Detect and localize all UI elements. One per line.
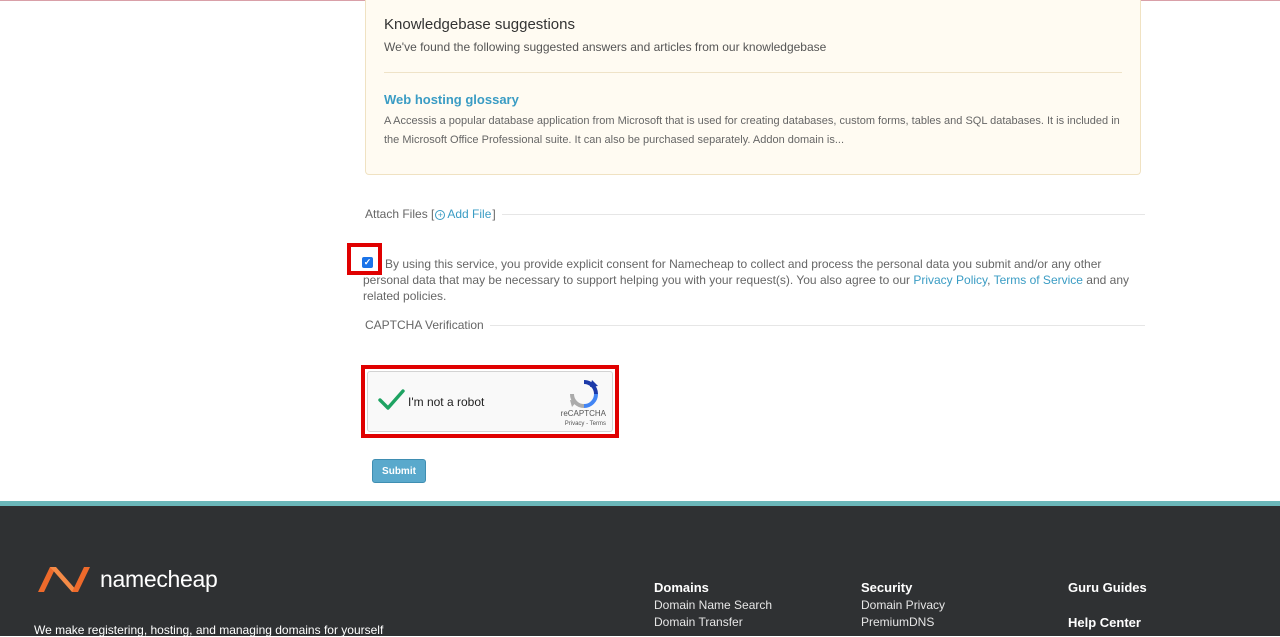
footer-tagline: We make registering, hosting, and managi… <box>34 623 384 637</box>
namecheap-wordmark: namecheap <box>100 565 218 592</box>
footer-heading-security: Security <box>861 580 913 595</box>
submit-button[interactable]: Submit <box>372 459 426 483</box>
captcha-heading: CAPTCHA Verification <box>365 318 484 332</box>
footer-column-domains: Domains Domain Name Search Domain Transf… <box>654 580 772 631</box>
captcha-divider <box>489 324 1145 326</box>
footer-column-help: Help Center <box>1068 615 1141 632</box>
attach-files-row: Attach Files [ + Add File ] <box>365 206 1145 222</box>
footer-link-domain-transfer[interactable]: Domain Transfer <box>654 614 772 631</box>
privacy-policy-link[interactable]: Privacy Policy <box>913 273 987 287</box>
attach-divider <box>501 213 1145 215</box>
namecheap-mark-icon <box>38 567 90 592</box>
recaptcha-label: I'm not a robot <box>408 395 485 409</box>
recaptcha-brand: reCAPTCHA <box>560 409 606 418</box>
recaptcha-terms-link[interactable]: Privacy - Terms <box>565 421 606 427</box>
knowledgebase-panel: Knowledgebase suggestions We've found th… <box>365 0 1141 175</box>
footer-link-guru-guides[interactable]: Guru Guides <box>1068 580 1147 595</box>
footer-link-domain-privacy[interactable]: Domain Privacy <box>861 597 945 614</box>
footer-column-guides: Guru Guides <box>1068 580 1147 597</box>
recaptcha-widget: I'm not a robot reCAPTCHA Privacy - Term… <box>367 371 613 432</box>
captcha-heading-row: CAPTCHA Verification <box>365 317 1145 333</box>
terms-of-service-link[interactable]: Terms of Service <box>994 273 1083 287</box>
checkmark-icon[interactable] <box>377 386 405 414</box>
kb-divider <box>384 72 1122 73</box>
kb-title: Knowledgebase suggestions <box>384 16 575 33</box>
footer-link-domain-name-search[interactable]: Domain Name Search <box>654 597 772 614</box>
footer-column-security: Security Domain Privacy PremiumDNS <box>861 580 945 631</box>
plus-circle-icon: + <box>435 210 446 220</box>
consent-checkbox[interactable]: ✓ <box>362 257 373 268</box>
namecheap-logo[interactable]: namecheap <box>34 562 218 596</box>
attach-files-bracket: ] <box>492 207 496 221</box>
footer-link-help-center[interactable]: Help Center <box>1068 615 1141 630</box>
footer: namecheap We make registering, hosting, … <box>0 506 1280 637</box>
kb-article-link[interactable]: Web hosting glossary <box>384 92 519 107</box>
footer-link-premiumdns[interactable]: PremiumDNS <box>861 614 945 631</box>
consent-text: By using this service, you provide expli… <box>363 256 1143 304</box>
kb-subtitle: We've found the following suggested answ… <box>384 40 827 54</box>
attach-files-label: Attach Files [ <box>365 207 435 221</box>
kb-article-excerpt: A Accessis a popular database applicatio… <box>384 115 1120 146</box>
add-file-link[interactable]: + Add File <box>435 207 491 221</box>
recaptcha-logo-icon <box>570 380 598 408</box>
footer-heading-domains: Domains <box>654 580 709 595</box>
add-file-label: Add File <box>447 207 492 221</box>
